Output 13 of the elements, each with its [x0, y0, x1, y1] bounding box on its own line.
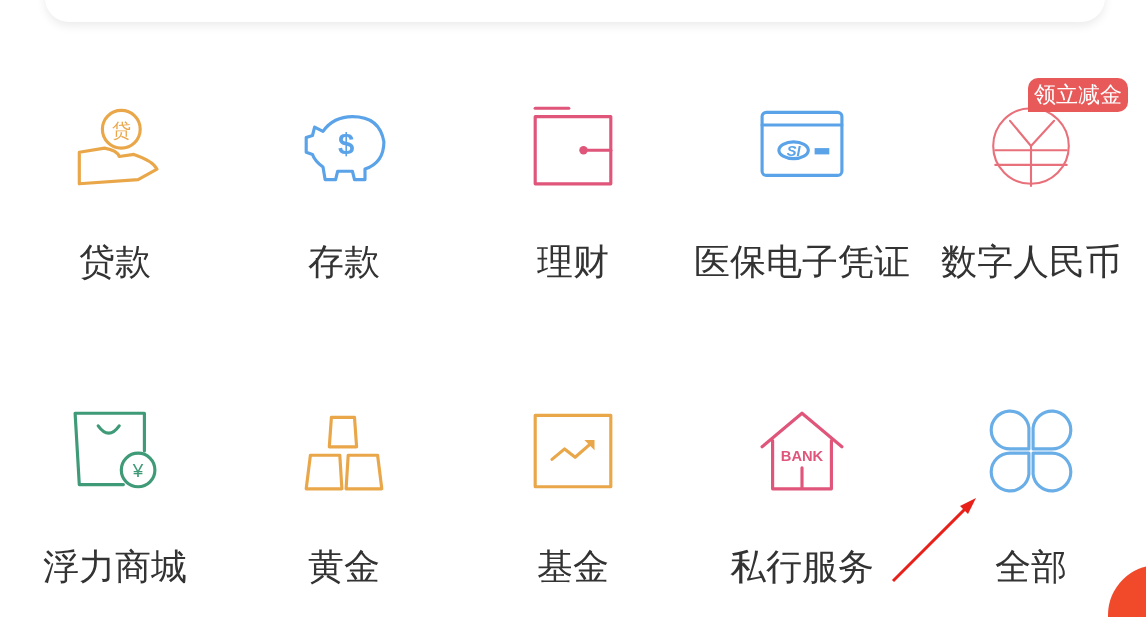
service-label[interactable]: 贷款	[78, 240, 151, 284]
service-label[interactable]: 私行服务	[730, 545, 875, 589]
service-label[interactable]: 医保电子凭证	[694, 240, 911, 284]
service-label[interactable]: 全部	[995, 545, 1068, 589]
service-label[interactable]: 黄金	[307, 545, 380, 589]
grid-icon	[989, 409, 1074, 493]
promo-badge: 领立减金	[1028, 78, 1128, 112]
service-label[interactable]: 浮力商城	[42, 545, 187, 589]
service-label[interactable]: 基金	[537, 545, 609, 589]
wallet-icon	[531, 104, 615, 188]
service-label[interactable]: 存款	[307, 240, 380, 284]
service-label[interactable]: 数字人民币	[941, 240, 1122, 284]
service-label[interactable]: 理财	[537, 240, 609, 284]
